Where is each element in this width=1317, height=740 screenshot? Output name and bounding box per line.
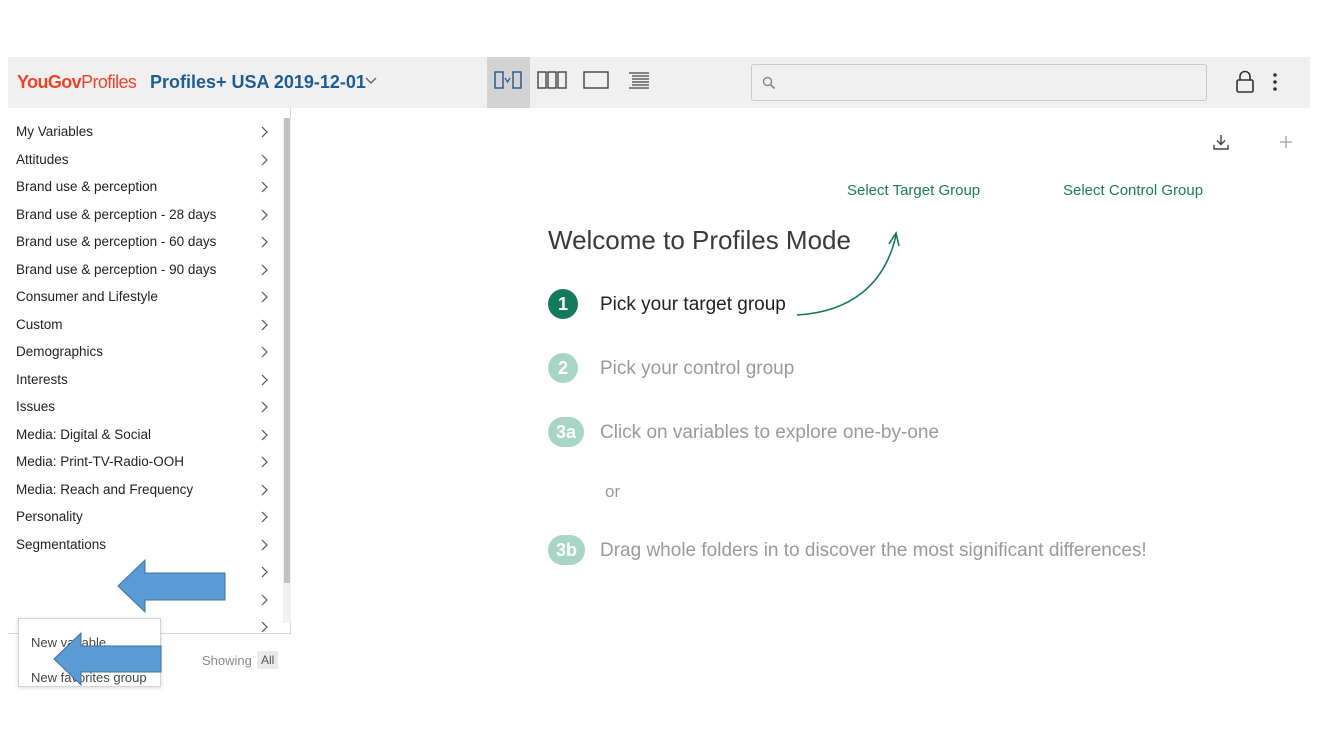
dataset-selector-label[interactable]: Profiles+ USA 2019-12-01 (150, 72, 366, 93)
sidebar-category-label: Attitudes (16, 151, 69, 167)
sidebar-category-label: Brand use & perception (16, 179, 158, 195)
top-bar: YouGovProfiles Profiles+ USA 2019-12-01 (8, 57, 1310, 108)
add-popup-menu: New variable New favorites group (18, 618, 161, 687)
chevron-right-icon (260, 319, 268, 334)
chevron-right-icon (260, 291, 268, 306)
sidebar-category-label: Issues (16, 399, 56, 415)
sidebar-category-item[interactable]: Issues (8, 393, 283, 421)
sidebar-category-label: Interests (16, 371, 68, 387)
sidebar-category-item[interactable]: Media: Reach and Frequency (8, 476, 283, 504)
sidebar-category-item[interactable]: My Variables (8, 118, 283, 146)
sidebar-category-item[interactable]: Brand use & perception - 60 days (8, 228, 283, 256)
chevron-right-icon (260, 126, 268, 141)
sidebar-category-label: Demographics (16, 344, 104, 360)
sidebar-category-item[interactable]: Media: Digital & Social (8, 421, 283, 449)
compare-view-icon (493, 71, 524, 94)
sidebar-category-label: Custom (16, 316, 63, 332)
step-3b-text: Drag whole folders in to discover the mo… (600, 540, 1147, 561)
sidebar-category-item[interactable]: Attitudes (8, 146, 283, 174)
chevron-right-icon (260, 539, 268, 554)
single-view-button[interactable] (574, 57, 617, 108)
step-3b-badge: 3b (548, 535, 586, 565)
showing-label: Showing (202, 653, 252, 668)
sidebar-category-label: Media: Reach and Frequency (16, 481, 194, 497)
app-window: YouGovProfiles Profiles+ USA 2019-12-01 (8, 57, 1310, 687)
sidebar-category-item[interactable]: Media: Print-TV-Radio-OOH (8, 448, 283, 476)
search-icon (762, 76, 776, 95)
sidebar-category-label: Brand use & perception - 28 days (16, 206, 217, 222)
sidebar-category-label: Media: Print-TV-Radio-OOH (16, 454, 185, 470)
sidebar-category-label: Consumer and Lifestyle (16, 289, 158, 305)
lock-icon[interactable] (1235, 70, 1255, 99)
menu-item-new-variable[interactable]: New variable (31, 635, 106, 650)
logo-bold-text: YouGov (17, 72, 82, 92)
chevron-right-icon (260, 264, 268, 279)
columns-view-icon (536, 71, 567, 94)
chevron-right-icon (260, 209, 268, 224)
sidebar-category-label: Personality (16, 509, 83, 525)
sidebar-category-item[interactable]: Brand use & perception (8, 173, 283, 201)
search-input[interactable] (782, 73, 1192, 93)
search-box[interactable] (751, 64, 1207, 101)
sidebar-scrollbar[interactable] (283, 118, 291, 623)
download-icon[interactable] (1212, 133, 1230, 156)
chevron-right-icon (260, 566, 268, 581)
sidebar-category-item[interactable]: Personality (8, 503, 283, 531)
chevron-right-icon (260, 456, 268, 471)
sidebar-category-item[interactable]: Brand use & perception - 90 days (8, 256, 283, 284)
sidebar-category-item-hidden[interactable] (8, 586, 283, 614)
compare-view-button[interactable] (487, 57, 530, 108)
chevron-right-icon (260, 511, 268, 526)
sidebar-category-item[interactable]: Consumer and Lifestyle (8, 283, 283, 311)
chevron-right-icon (260, 154, 268, 169)
list-view-icon (628, 71, 650, 94)
sidebar-category-item[interactable]: Custom (8, 311, 283, 339)
sidebar-category-item-hidden[interactable] (8, 558, 283, 586)
chevron-right-icon (260, 181, 268, 196)
sidebar-category-item[interactable]: Brand use & perception - 28 days (8, 201, 283, 229)
chevron-right-icon (260, 401, 268, 416)
yougov-profiles-logo[interactable]: YouGovProfiles (17, 72, 137, 93)
chevron-right-icon (260, 594, 268, 609)
chevron-right-icon (260, 484, 268, 499)
step-3a-text: Click on variables to explore one-by-one (600, 422, 940, 443)
logo-light-text: Profiles (81, 72, 137, 92)
sidebar-category-label: Segmentations (16, 536, 107, 552)
sidebar-category-label: My Variables (16, 124, 94, 140)
chevron-right-icon (260, 621, 268, 633)
chevron-right-icon (260, 346, 268, 361)
list-view-button[interactable] (617, 57, 660, 108)
sidebar-scroll-thumb[interactable] (284, 118, 290, 583)
select-target-group-link[interactable]: Select Target Group (847, 182, 980, 199)
sidebar-category-label: Media: Digital & Social (16, 426, 152, 442)
step-1-badge: 1 (548, 289, 578, 319)
showing-filter-value[interactable]: All (257, 651, 279, 669)
chevron-right-icon (260, 374, 268, 389)
sidebar-category-label: Brand use & perception - 60 days (16, 234, 217, 250)
step-3a-badge: 3a (548, 417, 585, 447)
profiles-main-panel: Select Target Group Select Control Group… (291, 108, 1310, 685)
step-2-text: Pick your control group (600, 358, 795, 379)
sidebar-category-item[interactable]: Demographics (8, 338, 283, 366)
sidebar-category-item[interactable]: Interests (8, 366, 283, 394)
variables-sidebar: My Variables Attitudes Brand use & percept… (8, 108, 291, 687)
menu-item-new-favorites-group[interactable]: New favorites group (31, 670, 147, 685)
single-view-icon (582, 71, 609, 94)
step-2-badge: 2 (548, 353, 578, 383)
sidebar-category-item[interactable]: Segmentations (8, 531, 283, 559)
step-1-text: Pick your target group (600, 294, 786, 315)
chevron-right-icon (260, 429, 268, 444)
or-label: or (605, 482, 621, 501)
sidebar-category-label: Brand use & perception - 90 days (16, 261, 217, 277)
chevron-down-icon[interactable] (364, 73, 378, 92)
chevron-right-icon (260, 236, 268, 251)
category-list: My Variables Attitudes Brand use & percept… (8, 118, 283, 633)
kebab-menu-icon[interactable] (1272, 72, 1278, 97)
welcome-title: Welcome to Profiles Mode (548, 225, 851, 255)
add-panel-plus-icon[interactable] (1279, 135, 1293, 154)
select-control-group-link[interactable]: Select Control Group (1063, 182, 1203, 199)
columns-view-button[interactable] (530, 57, 573, 108)
